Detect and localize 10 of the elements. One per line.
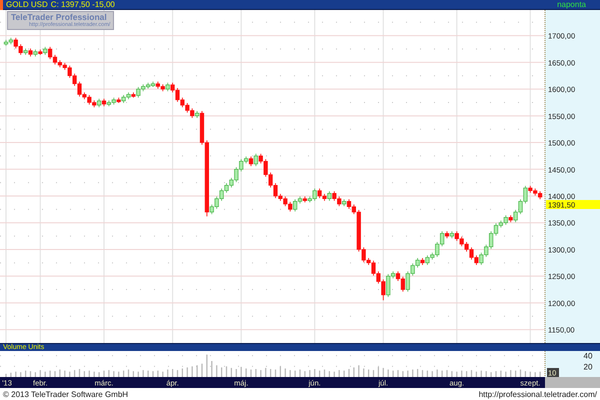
logo-title: TeleTrader Professional	[11, 13, 108, 22]
quote-label: C: 1397,50 -15,00	[50, 0, 115, 10]
copyright-text: © 2013 TeleTrader Software GmbH	[3, 390, 128, 398]
axis-label: 20	[584, 362, 592, 372]
axis-label: 40	[584, 352, 592, 361]
period-label: naponta	[557, 0, 586, 10]
website-link[interactable]: http://professional.teletrader.com/	[478, 390, 597, 398]
instrument-name: GOLD USD	[6, 0, 48, 10]
axis-panel	[545, 351, 600, 377]
axis-corner	[545, 377, 600, 388]
